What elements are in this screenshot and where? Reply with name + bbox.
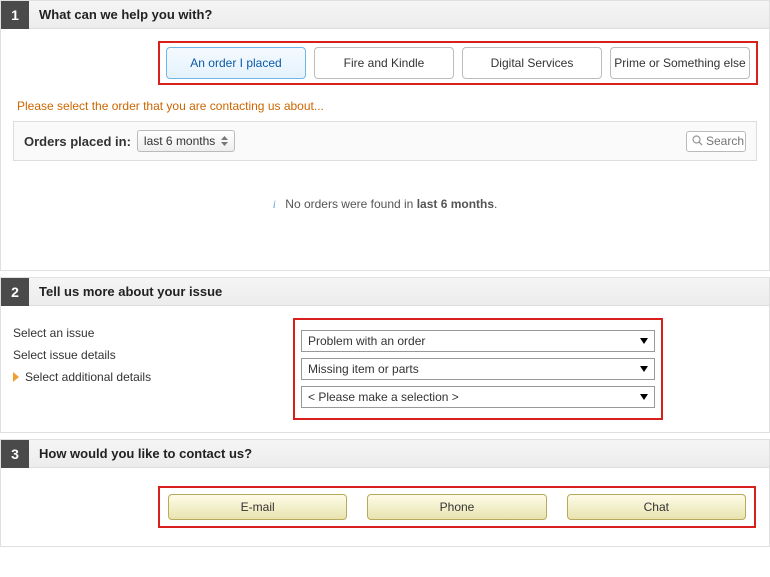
info-icon: i [273,197,276,211]
no-orders-message: i No orders were found in last 6 months. [13,161,757,258]
section-contact-method: 3 How would you like to contact us? E-ma… [0,439,770,547]
dropdown-issue-details[interactable]: Missing item or parts [301,358,655,380]
step-title: Tell us more about your issue [29,284,222,299]
chevron-down-icon [640,394,648,400]
filter-label: Orders placed in: [24,134,131,149]
contact-email-button[interactable]: E-mail [168,494,347,520]
section-help-with: 1 What can we help you with? An order I … [0,0,770,271]
contact-buttons: E-mail Phone Chat [158,486,756,528]
search-input[interactable] [706,134,746,148]
no-orders-suffix: . [494,197,497,211]
section-header: 3 How would you like to contact us? [1,440,769,468]
updown-icon [221,136,228,146]
step-title: What can we help you with? [29,7,212,22]
tab-fire-kindle[interactable]: Fire and Kindle [314,47,454,79]
step-number: 3 [1,440,29,468]
step-title: How would you like to contact us? [29,446,252,461]
step-number: 1 [1,1,29,29]
dropdown-additional-details[interactable]: < Please make a selection > [301,386,655,408]
timeframe-value: last 6 months [144,134,215,148]
no-orders-text: No orders were found in [285,197,416,211]
no-orders-period: last 6 months [417,197,494,211]
chevron-down-icon [640,366,648,372]
section-tell-us-more: 2 Tell us more about your issue Select a… [0,277,770,433]
section-header: 1 What can we help you with? [1,1,769,29]
label-additional-details: Select additional details [13,370,293,384]
tab-order-placed[interactable]: An order I placed [166,47,306,79]
contact-phone-button[interactable]: Phone [367,494,546,520]
search-orders[interactable] [686,131,746,152]
tab-digital-services[interactable]: Digital Services [462,47,602,79]
issue-dropdowns: Problem with an order Missing item or pa… [293,318,663,420]
timeframe-dropdown[interactable]: last 6 months [137,130,235,152]
instruction-text: Please select the order that you are con… [17,99,757,113]
dropdown-issue[interactable]: Problem with an order [301,330,655,352]
order-filter-bar: Orders placed in: last 6 months [13,121,757,161]
search-icon [692,134,703,149]
step-number: 2 [1,278,29,306]
chevron-right-icon [13,372,19,382]
category-tabs: An order I placed Fire and Kindle Digita… [158,41,758,85]
chevron-down-icon [640,338,648,344]
dropdown-value: < Please make a selection > [308,390,459,404]
label-select-issue: Select an issue [13,326,293,340]
section-header: 2 Tell us more about your issue [1,278,769,306]
dropdown-value: Problem with an order [308,334,425,348]
dropdown-value: Missing item or parts [308,362,419,376]
contact-chat-button[interactable]: Chat [567,494,746,520]
tab-prime-else[interactable]: Prime or Something else [610,47,750,79]
label-issue-details: Select issue details [13,348,293,362]
